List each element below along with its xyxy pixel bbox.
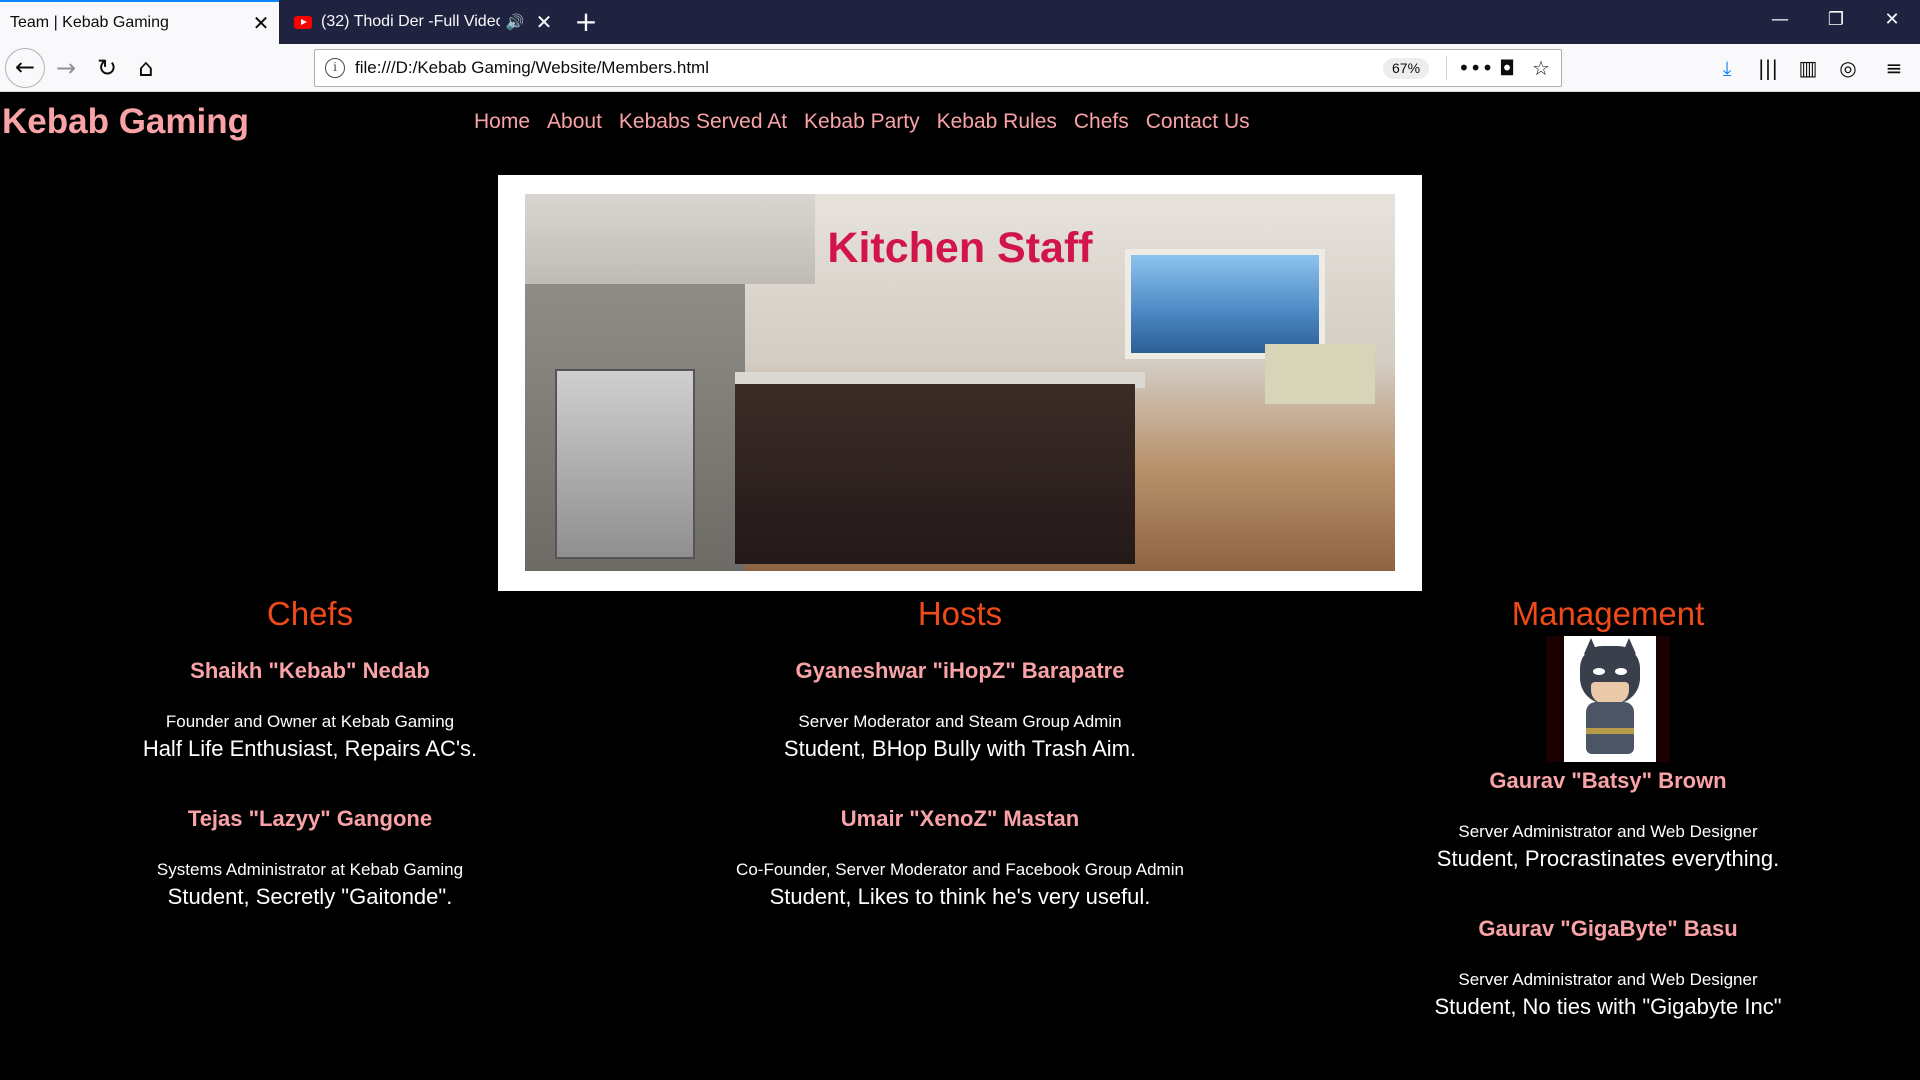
photo-sofa (1265, 344, 1375, 404)
kitchen-photo: Kitchen Staff (525, 194, 1395, 571)
column-heading: Hosts (917, 595, 1003, 632)
member-card: Shaikh "Kebab" Nedab Founder and Owner a… (30, 658, 590, 762)
member-card: Gaurav "GigaByte" Basu Server Administra… (1328, 916, 1888, 1020)
nav-link-contact-us[interactable]: Contact Us (1146, 110, 1250, 134)
nav-link-about[interactable]: About (547, 110, 602, 134)
member-name: Umair "XenoZ" Mastan (840, 806, 1080, 831)
restore-button[interactable]: ❐ (1808, 0, 1864, 40)
member-desc: Student, No ties with "Gigabyte Inc" (1434, 994, 1782, 1019)
browser-tab-bar: Team | Kebab Gaming ✕ (32) Thodi Der -Fu… (0, 0, 1920, 44)
member-name: Gaurav "Batsy" Brown (1489, 768, 1727, 793)
member-name: Gyaneshwar "iHopZ" Barapatre (795, 658, 1125, 683)
close-window-button[interactable]: ✕ (1864, 0, 1920, 40)
member-name: Shaikh "Kebab" Nedab (190, 658, 430, 683)
member-role: Server Administrator and Web Designer (1458, 822, 1758, 841)
nav-link-kebabs-served-at[interactable]: Kebabs Served At (619, 110, 787, 134)
member-role: Systems Administrator at Kebab Gaming (156, 860, 464, 879)
member-desc: Half Life Enthusiast, Repairs AC's. (142, 736, 478, 761)
site-info-icon[interactable]: i (325, 58, 345, 78)
member-role: Server Administrator and Web Designer (1458, 970, 1758, 989)
browser-toolbar: ← → ↻ ⌂ i file:///D:/Kebab Gaming/Websit… (0, 44, 1920, 92)
photo-oven (555, 369, 695, 559)
tab-close-icon[interactable]: ✕ (243, 11, 279, 36)
member-desc: Student, Procrastinates everything. (1436, 846, 1780, 871)
member-desc: Student, Secretly "Gaitonde". (167, 884, 453, 909)
sidebar-icon[interactable]: ▥ (1790, 48, 1826, 88)
batman-avatar (1546, 636, 1670, 762)
member-name: Gaurav "GigaByte" Basu (1478, 916, 1738, 941)
member-role: Co-Founder, Server Moderator and Faceboo… (736, 860, 1184, 879)
avatar-face (1591, 682, 1629, 704)
banner-frame: Kitchen Staff (498, 175, 1422, 591)
library-icon[interactable]: ||| (1750, 48, 1786, 88)
url-bar-divider (1446, 56, 1447, 80)
member-role: Founder and Owner at Kebab Gaming (165, 712, 455, 731)
new-tab-button[interactable]: + (568, 4, 604, 40)
sync-icon[interactable]: ◎ (1830, 48, 1866, 88)
tab-youtube-video[interactable]: (32) Thodi Der -Full Video | 🔊 ✕ (280, 0, 562, 44)
zoom-indicator[interactable]: 67% (1383, 58, 1430, 79)
column-hosts: Hosts Gyaneshwar "iHopZ" Barapatre Serve… (680, 592, 1240, 910)
banner-title: Kitchen Staff (827, 224, 1093, 272)
home-button[interactable]: ⌂ (126, 48, 166, 88)
member-name: Tejas "Lazyy" Gangone (187, 806, 433, 831)
back-button[interactable]: ← (5, 48, 45, 88)
member-card: Gyaneshwar "iHopZ" Barapatre Server Mode… (680, 658, 1240, 762)
nav-link-kebab-party[interactable]: Kebab Party (804, 110, 920, 134)
url-bar[interactable]: i file:///D:/Kebab Gaming/Website/Member… (314, 49, 1562, 87)
column-heading: Chefs (266, 595, 354, 632)
column-chefs: Chefs Shaikh "Kebab" Nedab Founder and O… (30, 592, 590, 910)
youtube-icon (294, 15, 312, 29)
site-nav: Home About Kebabs Served At Kebab Party … (474, 110, 1250, 134)
tab-title: (32) Thodi Der -Full Video | (321, 13, 500, 30)
url-text[interactable]: file:///D:/Kebab Gaming/Website/Members.… (355, 58, 709, 78)
nav-link-home[interactable]: Home (474, 110, 530, 134)
site-brand[interactable]: Kebab Gaming (2, 102, 249, 142)
bookmark-star-icon[interactable]: ☆ (1526, 54, 1556, 82)
member-card: Tejas "Lazyy" Gangone Systems Administra… (30, 806, 590, 910)
member-card: Umair "XenoZ" Mastan Co-Founder, Server … (680, 806, 1240, 910)
minimize-button[interactable]: — (1752, 0, 1808, 40)
member-role: Server Moderator and Steam Group Admin (798, 712, 1122, 731)
downloads-icon[interactable]: ⤓ (1709, 48, 1745, 88)
audio-playing-icon[interactable]: 🔊 (504, 13, 526, 31)
column-heading: Management (1511, 595, 1705, 632)
photo-counter (735, 384, 1135, 564)
member-card: Gaurav "Batsy" Brown Server Administrato… (1328, 768, 1888, 872)
page-actions-icon[interactable]: ••• (1458, 54, 1493, 82)
forward-button[interactable]: → (46, 48, 86, 88)
web-page: Kebab Gaming Home About Kebabs Served At… (0, 92, 1920, 1080)
column-management: Management Gaurav "Batsy" Brown Server A… (1328, 592, 1888, 1020)
avatar-eye (1593, 668, 1605, 675)
avatar-eye (1615, 668, 1627, 675)
avatar-belt (1586, 728, 1634, 734)
member-desc: Student, BHop Bully with Trash Aim. (783, 736, 1137, 761)
avatar-card (1564, 636, 1656, 762)
tab-close-icon[interactable]: ✕ (526, 10, 562, 35)
member-desc: Student, Likes to think he's very useful… (769, 884, 1151, 909)
menu-icon[interactable]: ≡ (1876, 48, 1912, 88)
reload-button[interactable]: ↻ (87, 48, 127, 88)
tab-team-kebab-gaming[interactable]: Team | Kebab Gaming ✕ (0, 0, 279, 44)
nav-link-chefs[interactable]: Chefs (1074, 110, 1129, 134)
nav-link-kebab-rules[interactable]: Kebab Rules (937, 110, 1057, 134)
tab-title: Team | Kebab Gaming (10, 14, 169, 31)
pocket-icon[interactable]: ◘ (1492, 54, 1522, 82)
